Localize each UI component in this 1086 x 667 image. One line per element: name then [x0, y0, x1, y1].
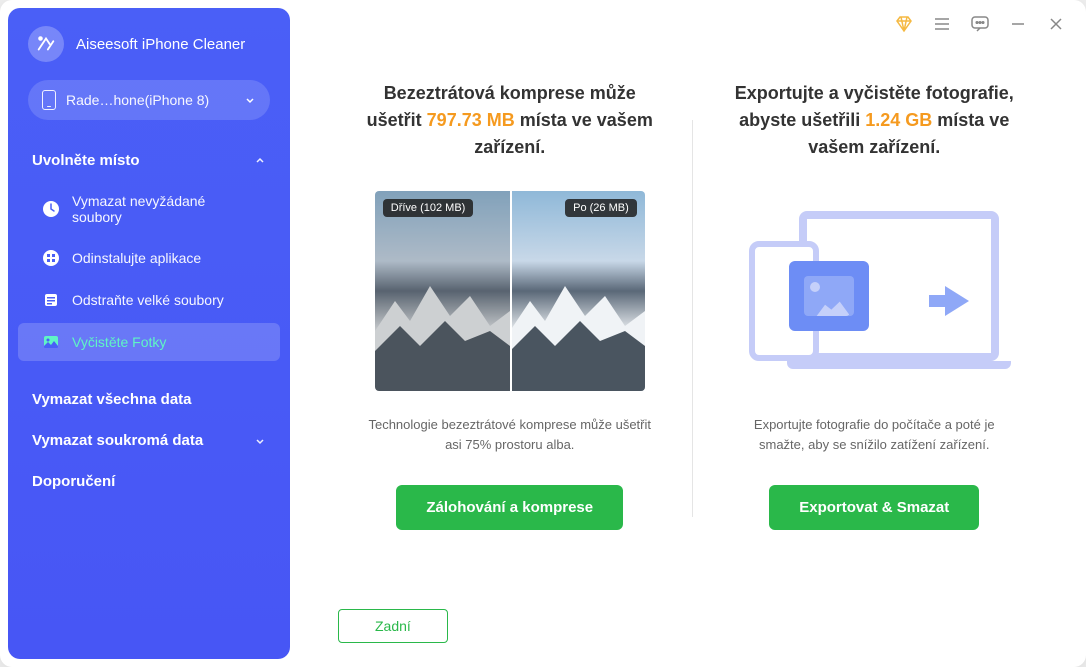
- phone-icon: [42, 90, 56, 110]
- section-label: Uvolněte místo: [32, 152, 140, 169]
- clock-icon: [42, 200, 60, 218]
- section-recommend[interactable]: Doporučení: [8, 461, 290, 502]
- compress-panel: Bezeztrátová komprese může ušetřit 797.7…: [328, 80, 692, 637]
- tag-after: Po (26 MB): [565, 199, 637, 217]
- nav-label: Vyčistěte Fotky: [72, 334, 166, 350]
- export-delete-button[interactable]: Exportovat & Smazat: [769, 485, 979, 530]
- compress-illustration: Dříve (102 MB) Po (26 MB): [375, 191, 645, 391]
- nav-label: Vymazat nevyžádané soubory: [72, 193, 256, 225]
- device-label: Rade…hone(iPhone 8): [66, 92, 244, 108]
- panels: Bezeztrátová komprese může ušetřit 797.7…: [298, 0, 1086, 667]
- headline-accent: 1.24 GB: [865, 110, 932, 130]
- section-label: Doporučení: [32, 473, 115, 490]
- nav-item-junk[interactable]: Vymazat nevyžádané soubory: [18, 183, 280, 235]
- premium-icon[interactable]: [894, 14, 914, 34]
- arrow-right-icon: [929, 286, 969, 316]
- nav-item-uninstall[interactable]: Odinstalujte aplikace: [18, 239, 280, 277]
- section-erase-all[interactable]: Vymazat všechna data: [8, 379, 290, 420]
- nav-label: Odinstalujte aplikace: [72, 250, 201, 266]
- photo-icon: [42, 333, 60, 351]
- tag-before: Dříve (102 MB): [383, 199, 474, 217]
- compress-headline: Bezeztrátová komprese může ušetřit 797.7…: [358, 80, 662, 161]
- feedback-icon[interactable]: [970, 14, 990, 34]
- export-desc: Exportujte fotografie do počítače a poté…: [723, 415, 1027, 455]
- nav-label: Odstraňte velké soubory: [72, 292, 224, 308]
- main-content: Bezeztrátová komprese může ušetřit 797.7…: [298, 0, 1086, 667]
- section-label: Vymazat soukromá data: [32, 432, 203, 449]
- logo-row: Aiseesoft iPhone Cleaner: [8, 26, 290, 80]
- chevron-down-icon: [254, 435, 266, 447]
- device-selector[interactable]: Rade…hone(iPhone 8): [28, 80, 270, 120]
- export-panel: Exportujte a vyčistěte fotografie, abyst…: [693, 80, 1057, 637]
- headline-accent: 797.73 MB: [427, 110, 515, 130]
- close-button[interactable]: [1046, 14, 1066, 34]
- app-window: Aiseesoft iPhone Cleaner Rade…hone(iPhon…: [0, 0, 1086, 667]
- back-button[interactable]: Zadní: [338, 609, 448, 643]
- sidebar: Aiseesoft iPhone Cleaner Rade…hone(iPhon…: [8, 8, 290, 659]
- menu-icon[interactable]: [932, 14, 952, 34]
- file-icon: [42, 291, 60, 309]
- nav-item-photos[interactable]: Vyčistěte Fotky: [18, 323, 280, 361]
- section-free-space[interactable]: Uvolněte místo: [8, 140, 290, 181]
- app-logo-icon: [28, 26, 64, 62]
- nav-item-large-files[interactable]: Odstraňte velké soubory: [18, 281, 280, 319]
- section-erase-private[interactable]: Vymazat soukromá data: [8, 420, 290, 461]
- export-headline: Exportujte a vyčistěte fotografie, abyst…: [723, 80, 1027, 161]
- chevron-up-icon: [254, 155, 266, 167]
- section-label: Vymazat všechna data: [32, 391, 192, 408]
- export-illustration: [739, 191, 1009, 391]
- apps-icon: [42, 249, 60, 267]
- backup-compress-button[interactable]: Zálohování a komprese: [396, 485, 623, 530]
- chevron-down-icon: [244, 94, 256, 106]
- picture-icon: [789, 261, 869, 331]
- minimize-button[interactable]: [1008, 14, 1028, 34]
- app-title: Aiseesoft iPhone Cleaner: [76, 36, 245, 53]
- titlebar: [874, 0, 1086, 48]
- compress-desc: Technologie bezeztrátové komprese může u…: [358, 415, 662, 455]
